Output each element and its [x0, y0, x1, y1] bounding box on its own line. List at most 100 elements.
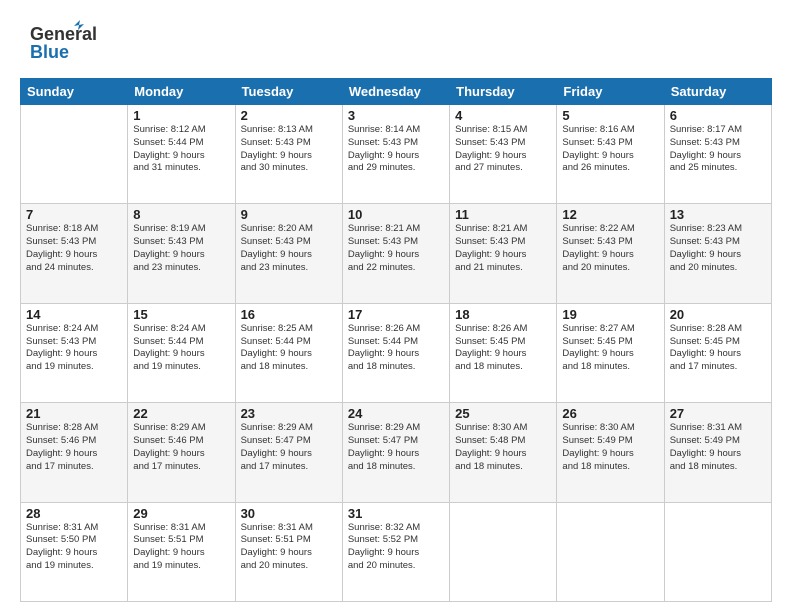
day-info: Sunrise: 8:31 AM Sunset: 5:49 PM Dayligh…	[670, 422, 766, 473]
day-info: Sunrise: 8:16 AM Sunset: 5:43 PM Dayligh…	[562, 124, 658, 175]
day-number: 30	[241, 506, 337, 521]
day-info: Sunrise: 8:21 AM Sunset: 5:43 PM Dayligh…	[348, 223, 444, 274]
svg-text:General: General	[30, 24, 97, 44]
day-cell: 28Sunrise: 8:31 AM Sunset: 5:50 PM Dayli…	[21, 502, 128, 601]
col-header-friday: Friday	[557, 79, 664, 105]
day-number: 8	[133, 207, 229, 222]
day-number: 10	[348, 207, 444, 222]
day-number: 12	[562, 207, 658, 222]
day-cell: 18Sunrise: 8:26 AM Sunset: 5:45 PM Dayli…	[450, 303, 557, 402]
day-info: Sunrise: 8:31 AM Sunset: 5:51 PM Dayligh…	[133, 522, 229, 573]
svg-text:Blue: Blue	[30, 42, 69, 62]
day-number: 31	[348, 506, 444, 521]
day-cell: 9Sunrise: 8:20 AM Sunset: 5:43 PM Daylig…	[235, 204, 342, 303]
day-info: Sunrise: 8:26 AM Sunset: 5:44 PM Dayligh…	[348, 323, 444, 374]
day-cell: 7Sunrise: 8:18 AM Sunset: 5:43 PM Daylig…	[21, 204, 128, 303]
day-info: Sunrise: 8:29 AM Sunset: 5:47 PM Dayligh…	[241, 422, 337, 473]
day-cell: 15Sunrise: 8:24 AM Sunset: 5:44 PM Dayli…	[128, 303, 235, 402]
day-info: Sunrise: 8:21 AM Sunset: 5:43 PM Dayligh…	[455, 223, 551, 274]
day-info: Sunrise: 8:14 AM Sunset: 5:43 PM Dayligh…	[348, 124, 444, 175]
calendar-page: General Blue SundayMondayTuesdayWednesda…	[0, 0, 792, 612]
day-cell: 5Sunrise: 8:16 AM Sunset: 5:43 PM Daylig…	[557, 105, 664, 204]
day-number: 24	[348, 406, 444, 421]
day-number: 11	[455, 207, 551, 222]
day-cell: 6Sunrise: 8:17 AM Sunset: 5:43 PM Daylig…	[664, 105, 771, 204]
col-header-monday: Monday	[128, 79, 235, 105]
day-cell: 1Sunrise: 8:12 AM Sunset: 5:44 PM Daylig…	[128, 105, 235, 204]
week-row-0: 1Sunrise: 8:12 AM Sunset: 5:44 PM Daylig…	[21, 105, 772, 204]
day-info: Sunrise: 8:30 AM Sunset: 5:49 PM Dayligh…	[562, 422, 658, 473]
day-cell	[557, 502, 664, 601]
col-header-saturday: Saturday	[664, 79, 771, 105]
day-info: Sunrise: 8:24 AM Sunset: 5:43 PM Dayligh…	[26, 323, 122, 374]
day-cell	[21, 105, 128, 204]
day-info: Sunrise: 8:25 AM Sunset: 5:44 PM Dayligh…	[241, 323, 337, 374]
day-cell: 13Sunrise: 8:23 AM Sunset: 5:43 PM Dayli…	[664, 204, 771, 303]
day-cell: 2Sunrise: 8:13 AM Sunset: 5:43 PM Daylig…	[235, 105, 342, 204]
day-cell: 11Sunrise: 8:21 AM Sunset: 5:43 PM Dayli…	[450, 204, 557, 303]
col-header-tuesday: Tuesday	[235, 79, 342, 105]
day-number: 21	[26, 406, 122, 421]
calendar-body: 1Sunrise: 8:12 AM Sunset: 5:44 PM Daylig…	[21, 105, 772, 602]
day-number: 25	[455, 406, 551, 421]
week-row-1: 7Sunrise: 8:18 AM Sunset: 5:43 PM Daylig…	[21, 204, 772, 303]
day-number: 6	[670, 108, 766, 123]
day-cell: 30Sunrise: 8:31 AM Sunset: 5:51 PM Dayli…	[235, 502, 342, 601]
day-info: Sunrise: 8:15 AM Sunset: 5:43 PM Dayligh…	[455, 124, 551, 175]
day-number: 20	[670, 307, 766, 322]
calendar-table: SundayMondayTuesdayWednesdayThursdayFrid…	[20, 78, 772, 602]
day-number: 5	[562, 108, 658, 123]
header: General Blue	[20, 18, 772, 68]
day-info: Sunrise: 8:30 AM Sunset: 5:48 PM Dayligh…	[455, 422, 551, 473]
day-number: 16	[241, 307, 337, 322]
day-cell: 4Sunrise: 8:15 AM Sunset: 5:43 PM Daylig…	[450, 105, 557, 204]
day-info: Sunrise: 8:28 AM Sunset: 5:45 PM Dayligh…	[670, 323, 766, 374]
day-cell: 3Sunrise: 8:14 AM Sunset: 5:43 PM Daylig…	[342, 105, 449, 204]
calendar-header-row: SundayMondayTuesdayWednesdayThursdayFrid…	[21, 79, 772, 105]
week-row-2: 14Sunrise: 8:24 AM Sunset: 5:43 PM Dayli…	[21, 303, 772, 402]
day-cell: 22Sunrise: 8:29 AM Sunset: 5:46 PM Dayli…	[128, 403, 235, 502]
day-cell: 8Sunrise: 8:19 AM Sunset: 5:43 PM Daylig…	[128, 204, 235, 303]
day-number: 26	[562, 406, 658, 421]
day-info: Sunrise: 8:29 AM Sunset: 5:46 PM Dayligh…	[133, 422, 229, 473]
day-info: Sunrise: 8:31 AM Sunset: 5:51 PM Dayligh…	[241, 522, 337, 573]
day-info: Sunrise: 8:22 AM Sunset: 5:43 PM Dayligh…	[562, 223, 658, 274]
day-cell: 25Sunrise: 8:30 AM Sunset: 5:48 PM Dayli…	[450, 403, 557, 502]
day-info: Sunrise: 8:18 AM Sunset: 5:43 PM Dayligh…	[26, 223, 122, 274]
day-info: Sunrise: 8:20 AM Sunset: 5:43 PM Dayligh…	[241, 223, 337, 274]
day-number: 9	[241, 207, 337, 222]
day-number: 23	[241, 406, 337, 421]
day-cell: 12Sunrise: 8:22 AM Sunset: 5:43 PM Dayli…	[557, 204, 664, 303]
day-cell: 31Sunrise: 8:32 AM Sunset: 5:52 PM Dayli…	[342, 502, 449, 601]
day-cell	[450, 502, 557, 601]
logo-icon: General Blue	[20, 18, 100, 68]
day-number: 7	[26, 207, 122, 222]
day-cell: 23Sunrise: 8:29 AM Sunset: 5:47 PM Dayli…	[235, 403, 342, 502]
day-number: 1	[133, 108, 229, 123]
day-cell: 26Sunrise: 8:30 AM Sunset: 5:49 PM Dayli…	[557, 403, 664, 502]
day-number: 27	[670, 406, 766, 421]
day-cell: 16Sunrise: 8:25 AM Sunset: 5:44 PM Dayli…	[235, 303, 342, 402]
week-row-4: 28Sunrise: 8:31 AM Sunset: 5:50 PM Dayli…	[21, 502, 772, 601]
day-info: Sunrise: 8:31 AM Sunset: 5:50 PM Dayligh…	[26, 522, 122, 573]
day-cell: 20Sunrise: 8:28 AM Sunset: 5:45 PM Dayli…	[664, 303, 771, 402]
day-info: Sunrise: 8:13 AM Sunset: 5:43 PM Dayligh…	[241, 124, 337, 175]
day-info: Sunrise: 8:19 AM Sunset: 5:43 PM Dayligh…	[133, 223, 229, 274]
day-cell: 27Sunrise: 8:31 AM Sunset: 5:49 PM Dayli…	[664, 403, 771, 502]
day-info: Sunrise: 8:24 AM Sunset: 5:44 PM Dayligh…	[133, 323, 229, 374]
day-number: 13	[670, 207, 766, 222]
day-info: Sunrise: 8:12 AM Sunset: 5:44 PM Dayligh…	[133, 124, 229, 175]
day-number: 2	[241, 108, 337, 123]
day-cell: 29Sunrise: 8:31 AM Sunset: 5:51 PM Dayli…	[128, 502, 235, 601]
week-row-3: 21Sunrise: 8:28 AM Sunset: 5:46 PM Dayli…	[21, 403, 772, 502]
day-number: 15	[133, 307, 229, 322]
day-info: Sunrise: 8:23 AM Sunset: 5:43 PM Dayligh…	[670, 223, 766, 274]
day-info: Sunrise: 8:27 AM Sunset: 5:45 PM Dayligh…	[562, 323, 658, 374]
day-number: 29	[133, 506, 229, 521]
day-cell	[664, 502, 771, 601]
day-cell: 19Sunrise: 8:27 AM Sunset: 5:45 PM Dayli…	[557, 303, 664, 402]
col-header-sunday: Sunday	[21, 79, 128, 105]
day-info: Sunrise: 8:17 AM Sunset: 5:43 PM Dayligh…	[670, 124, 766, 175]
day-cell: 24Sunrise: 8:29 AM Sunset: 5:47 PM Dayli…	[342, 403, 449, 502]
day-number: 3	[348, 108, 444, 123]
